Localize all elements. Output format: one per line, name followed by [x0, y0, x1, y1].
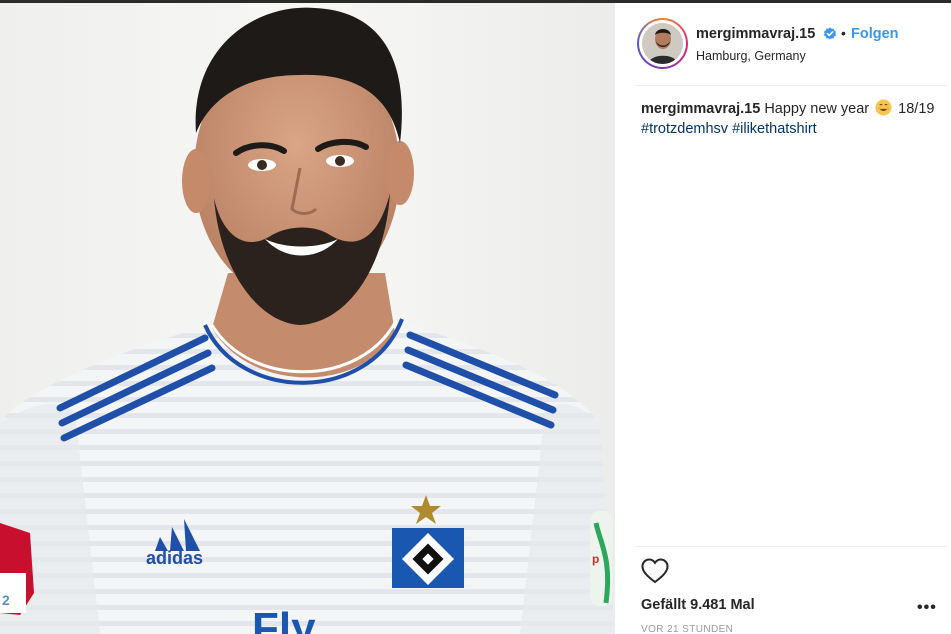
svg-text:p: p	[592, 552, 599, 566]
caption-username-link[interactable]: mergimmavraj.15	[641, 101, 760, 117]
avatar[interactable]	[642, 23, 683, 64]
sleeve-sponsor-patch: p	[590, 511, 612, 606]
separator-dot: •	[841, 25, 846, 41]
caption-text: Happy new year	[764, 101, 870, 117]
heart-icon[interactable]	[641, 558, 669, 584]
player-portrait-image: adidas Fly 2 p	[0, 3, 615, 634]
post-header: mergimmavraj.15 • Folgen Hamburg, German…	[615, 3, 951, 85]
verified-badge-icon	[824, 27, 836, 40]
location-link[interactable]: Hamburg, Germany	[696, 49, 806, 63]
post-timestamp[interactable]: VOR 21 STUNDEN	[641, 624, 733, 634]
post-side-panel: mergimmavraj.15 • Folgen Hamburg, German…	[615, 3, 951, 634]
adidas-wordmark: adidas	[146, 548, 203, 568]
follow-button[interactable]: Folgen	[851, 26, 899, 42]
username-link[interactable]: mergimmavraj.15	[696, 26, 815, 42]
more-options-button[interactable]: •••	[917, 599, 937, 617]
svg-text:2: 2	[2, 592, 10, 608]
hashtag-link-trotzdemhsv[interactable]: #trotzdemhsv	[641, 121, 728, 137]
hsv-crest-icon	[392, 528, 464, 588]
post-photo[interactable]: adidas Fly 2 p	[0, 3, 615, 634]
actions-divider	[635, 546, 947, 547]
sponsor-wordmark: Fly	[252, 604, 316, 634]
post-caption: mergimmavraj.15 Happy new year 18/19 #tr…	[641, 99, 947, 139]
hashtag-link-ilikethatshirt[interactable]: #ilikethatshirt	[732, 121, 817, 137]
likes-count[interactable]: Gefällt 9.481 Mal	[641, 597, 755, 613]
header-divider	[635, 85, 947, 86]
avatar-story-ring[interactable]	[637, 18, 688, 69]
caption-suffix: 18/19	[898, 101, 935, 117]
grimacing-smile-emoji-icon	[875, 99, 892, 116]
